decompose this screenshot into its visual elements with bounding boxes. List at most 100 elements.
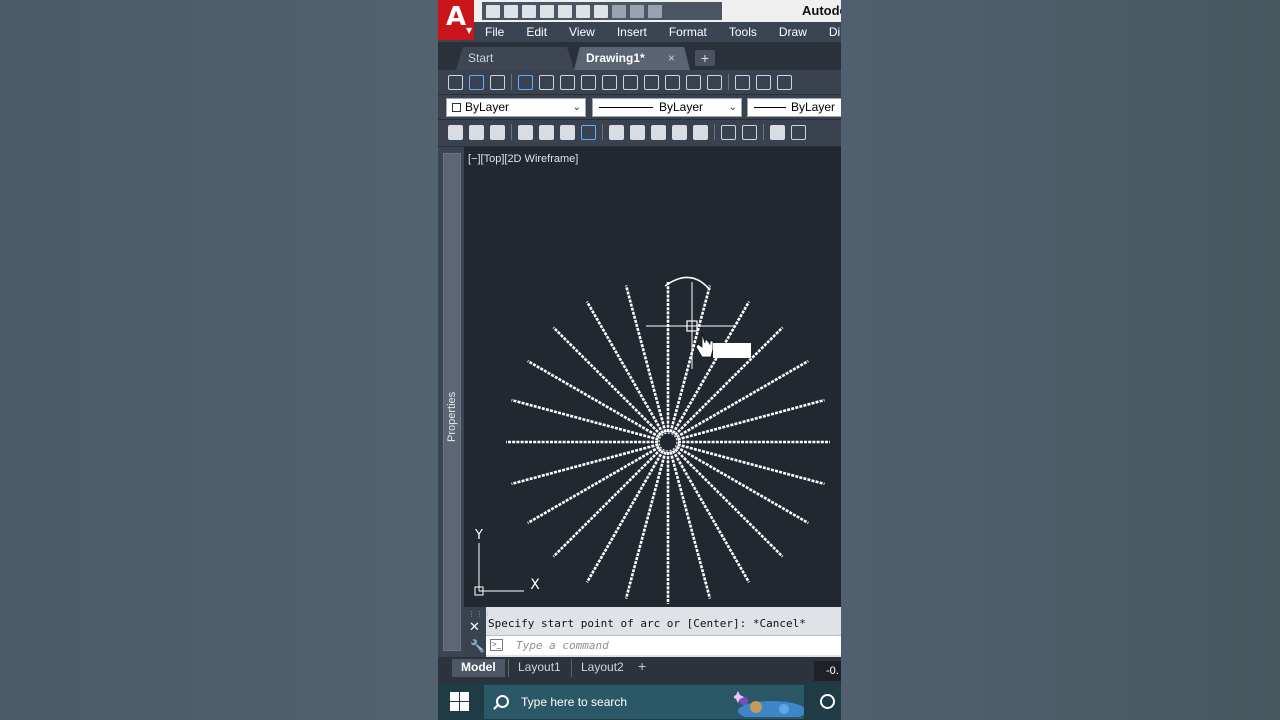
arc-in-progress xyxy=(664,276,711,291)
ucs-object-icon[interactable] xyxy=(539,74,554,90)
ucs-3point-icon[interactable] xyxy=(623,74,638,90)
linear-dimension-icon[interactable] xyxy=(735,74,750,90)
spoke-line xyxy=(585,450,665,583)
command-line-grip[interactable]: ⋮⋮⋮ ✕ 🔧 xyxy=(464,607,491,657)
ucs-apply-icon[interactable] xyxy=(707,74,722,90)
tab-layout1[interactable]: Layout1 xyxy=(508,659,570,677)
wrench-icon[interactable]: 🔧 xyxy=(470,639,485,653)
cortana-icon[interactable] xyxy=(820,694,835,709)
lineweight-value: ByLayer xyxy=(791,100,836,114)
command-line: ⋮⋮⋮ ✕ 🔧 Specify start point of arc or [C… xyxy=(464,607,841,657)
spoke-line xyxy=(676,445,809,525)
ucs-face-icon[interactable] xyxy=(518,74,533,90)
lineweight-dropdown[interactable]: ByLayer xyxy=(747,98,841,117)
ucs-y-label: Y xyxy=(474,528,483,543)
window-title: Autodesk xyxy=(802,3,841,18)
ucs-view-icon[interactable] xyxy=(560,74,575,90)
spoke-line xyxy=(624,451,667,599)
save-icon[interactable] xyxy=(490,124,505,140)
menu-draw[interactable]: Draw xyxy=(768,25,818,39)
undo-icon[interactable] xyxy=(721,124,736,140)
menu-format[interactable]: Format xyxy=(658,25,718,39)
3d-print-icon[interactable] xyxy=(581,124,596,140)
aligned-dimension-icon[interactable] xyxy=(756,74,771,90)
chevron-down-icon: ⌄ xyxy=(572,102,581,113)
taskbar-search-box[interactable]: Type here to search xyxy=(484,685,804,719)
app-menu-button[interactable]: A ▼ xyxy=(438,0,474,40)
close-icon[interactable]: ✕ xyxy=(469,619,480,635)
ucs-y-rotate-icon[interactable] xyxy=(665,74,680,90)
redo-icon[interactable] xyxy=(630,4,644,18)
command-input[interactable] xyxy=(516,637,816,654)
app-logo-letter: A xyxy=(445,2,467,32)
ucs-world-icon[interactable] xyxy=(469,74,484,90)
save-as-icon[interactable] xyxy=(540,4,554,18)
menu-view[interactable]: View xyxy=(558,25,606,39)
properties-label: Properties xyxy=(446,391,458,442)
plot-preview-icon[interactable] xyxy=(539,124,554,140)
menu-edit[interactable]: Edit xyxy=(515,25,558,39)
pan-icon[interactable] xyxy=(770,124,785,140)
windows-taskbar: Type here to search xyxy=(438,683,841,720)
open-icon[interactable] xyxy=(469,124,484,140)
windows-start-icon[interactable] xyxy=(450,692,470,712)
radial-spokes-pattern xyxy=(506,282,830,604)
menu-file[interactable]: File xyxy=(474,25,515,39)
toolbar-separator xyxy=(511,74,512,90)
close-tab-icon[interactable]: × xyxy=(668,47,675,69)
drawing-viewport[interactable]: Y X [−][Top][2D Wireframe] xyxy=(464,147,841,607)
drawing-canvas[interactable]: Y X xyxy=(464,147,841,607)
paste-icon[interactable] xyxy=(651,124,666,140)
spoke-line xyxy=(552,326,662,436)
customize-qat-icon[interactable] xyxy=(648,4,662,18)
arc-length-icon[interactable] xyxy=(777,74,792,90)
ucs-z-rotate-icon[interactable] xyxy=(686,74,701,90)
ucs-x-rotate-icon[interactable] xyxy=(644,74,659,90)
tab-start[interactable]: Start xyxy=(456,47,574,70)
properties-toolbar: ByLayer ⌄ ByLayer ⌄ ByLayer xyxy=(438,95,841,120)
ucs-z-axis-icon[interactable] xyxy=(602,74,617,90)
tab-model[interactable]: Model xyxy=(452,659,505,677)
add-layout-icon[interactable]: + xyxy=(638,658,646,674)
linetype-sample xyxy=(599,107,653,108)
new-icon[interactable] xyxy=(448,124,463,140)
menu-insert[interactable]: Insert xyxy=(606,25,658,39)
plot-icon[interactable] xyxy=(518,124,533,140)
properties-palette-bar[interactable]: Properties xyxy=(443,153,461,651)
title-bar: A ▼ Autodesk xyxy=(438,0,841,40)
match-properties-icon[interactable] xyxy=(672,124,687,140)
spoke-line xyxy=(669,451,712,599)
open-file-icon[interactable] xyxy=(504,4,518,18)
menu-tools[interactable]: Tools xyxy=(718,25,768,39)
block-editor-icon[interactable] xyxy=(693,124,708,140)
spoke-line xyxy=(671,301,751,434)
new-tab-button[interactable]: + xyxy=(695,50,715,66)
standard-toolbar xyxy=(438,120,841,147)
web-mobile-save-icon[interactable] xyxy=(576,4,590,18)
zoom-realtime-icon[interactable] xyxy=(791,124,806,140)
ucs-x-label: X xyxy=(530,577,540,593)
ucs-previous-icon[interactable] xyxy=(490,74,505,90)
menu-dimension[interactable]: Di xyxy=(818,25,841,39)
color-dropdown[interactable]: ByLayer ⌄ xyxy=(446,98,586,117)
redo-icon[interactable] xyxy=(742,124,757,140)
plot-icon[interactable] xyxy=(594,4,608,18)
quick-access-toolbar xyxy=(482,2,722,20)
ucs-origin-icon[interactable] xyxy=(581,74,596,90)
ucs-icon[interactable] xyxy=(448,74,463,90)
web-mobile-open-icon[interactable] xyxy=(558,4,572,18)
spoke-line xyxy=(585,301,665,434)
copy-icon[interactable] xyxy=(630,124,645,140)
save-icon[interactable] xyxy=(522,4,536,18)
command-prompt-icon[interactable]: >_ xyxy=(490,639,503,651)
viewport-controls-label[interactable]: [−][Top][2D Wireframe] xyxy=(468,153,578,165)
new-file-icon[interactable] xyxy=(486,4,500,18)
cut-icon[interactable] xyxy=(609,124,624,140)
publish-icon[interactable] xyxy=(560,124,575,140)
spoke-line xyxy=(677,443,825,486)
hand-cursor-icon xyxy=(695,332,714,358)
linetype-dropdown[interactable]: ByLayer ⌄ xyxy=(592,98,742,117)
undo-icon[interactable] xyxy=(612,4,626,18)
tab-layout2[interactable]: Layout2 xyxy=(571,659,633,677)
dynamic-input-tooltip xyxy=(713,343,751,358)
